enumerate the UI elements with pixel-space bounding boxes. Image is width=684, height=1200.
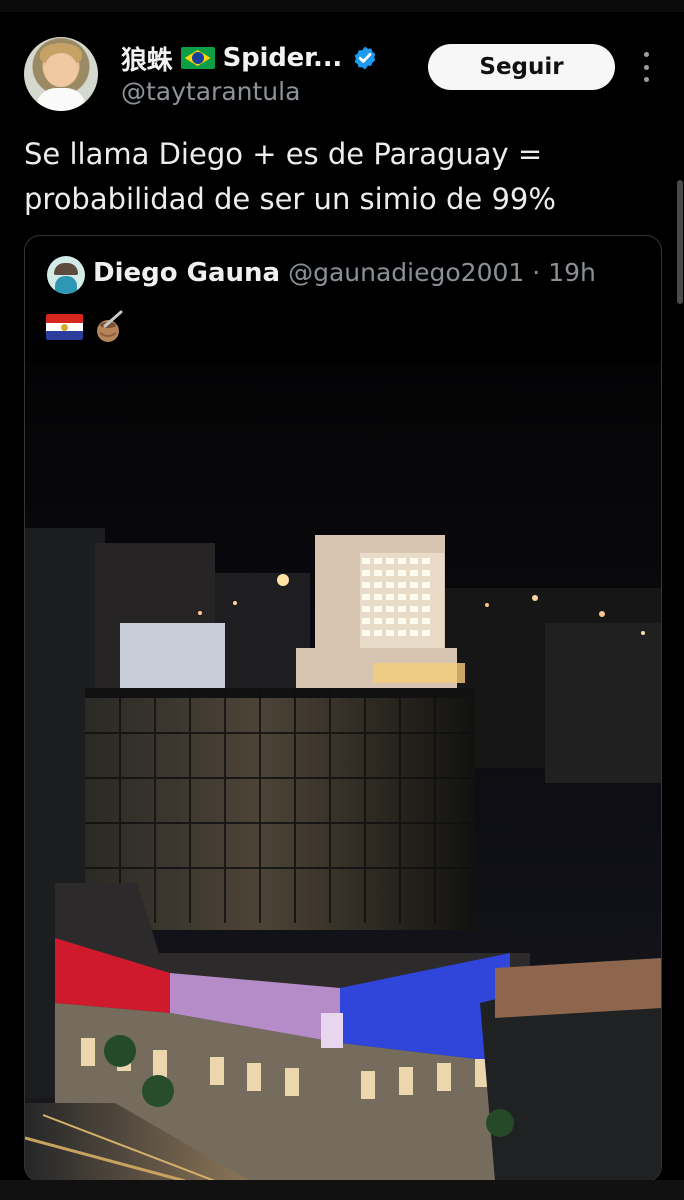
quoted-tweet-time[interactable]: 19h — [548, 258, 596, 287]
bottom-strip — [0, 1180, 684, 1200]
author-avatar[interactable] — [24, 37, 98, 111]
quoted-author-avatar[interactable] — [47, 256, 85, 294]
more-dot-bottom — [643, 77, 649, 82]
quoted-author-name[interactable]: Diego Gauna — [93, 258, 280, 288]
more-dot-middle — [643, 64, 649, 70]
author-display-name-suffix[interactable]: Spider... — [223, 43, 343, 73]
verified-badge-icon — [354, 46, 376, 70]
scrollbar[interactable] — [677, 180, 683, 304]
avatar-shirt — [36, 88, 86, 111]
quoted-tweet-emojis — [46, 310, 125, 344]
quoted-night-city-photo[interactable] — [25, 363, 661, 1181]
quoted-avatar-cap — [54, 263, 78, 275]
quoted-tweet-card[interactable]: Diego Gauna @gaunadiego2001 · 19h — [24, 235, 662, 1182]
brazil-flag-icon — [180, 47, 215, 69]
quoted-tweet-separator: · — [532, 258, 541, 287]
top-status-strip — [0, 0, 684, 12]
paraguay-flag-icon — [46, 314, 83, 340]
tweet-text: Se llama Diego + es de Paraguay = probab… — [24, 137, 556, 216]
follow-button[interactable]: Seguir — [428, 44, 615, 90]
quoted-avatar-body — [55, 276, 77, 294]
author-display-name[interactable]: 狼蛛 — [121, 40, 173, 77]
more-dot-top — [643, 52, 649, 57]
quoted-author-handle[interactable]: @gaunadiego2001 — [288, 258, 524, 287]
author-name-row[interactable]: 狼蛛 Spider... — [121, 39, 378, 77]
author-handle[interactable]: @taytarantula — [121, 77, 300, 106]
mate-gourd-icon — [97, 310, 123, 342]
quoted-tweet-header[interactable]: Diego Gauna @gaunadiego2001 · 19h — [93, 258, 596, 288]
more-vertical-icon[interactable] — [636, 52, 656, 82]
avatar-face — [44, 53, 78, 87]
